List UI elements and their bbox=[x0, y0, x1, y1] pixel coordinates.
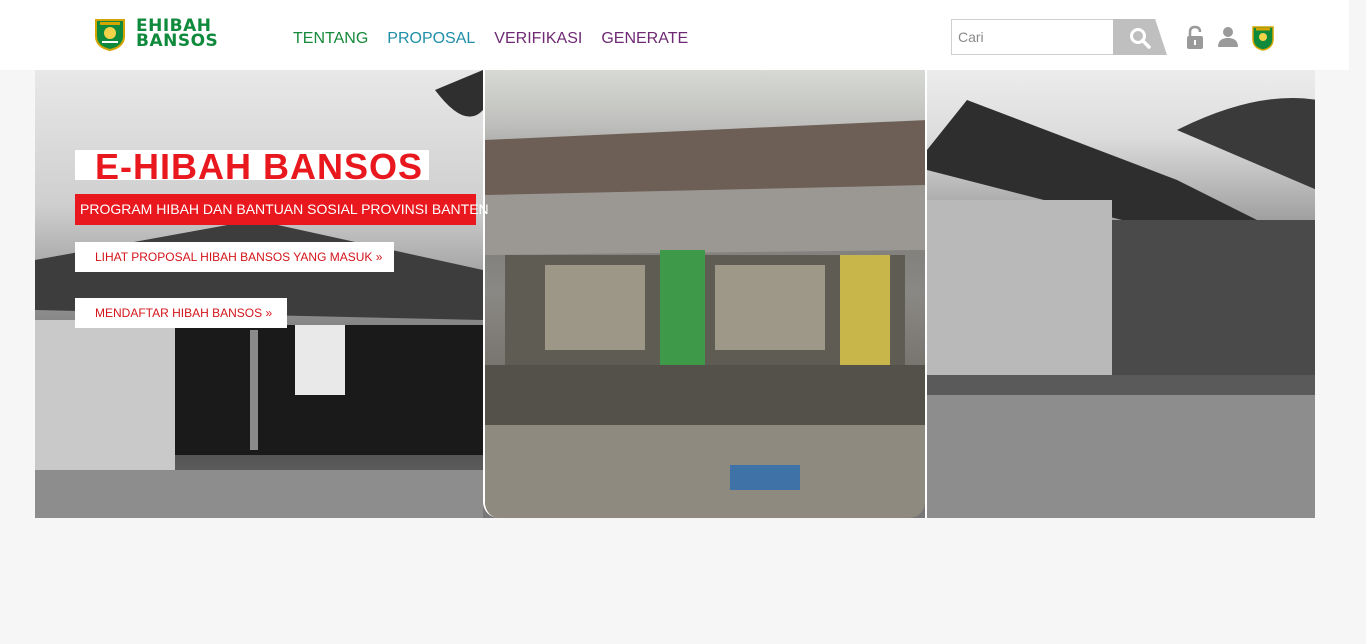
view-proposals-button[interactable]: LIHAT PROPOSAL HIBAH BANSOS YANG MASUK » bbox=[75, 242, 394, 272]
user-button[interactable] bbox=[1216, 24, 1240, 52]
hero-photo-1 bbox=[35, 70, 483, 518]
nav-proposal[interactable]: PROPOSAL bbox=[387, 30, 475, 48]
register-button[interactable]: MENDAFTAR HIBAH BANSOS » bbox=[75, 298, 287, 328]
hero-photo-3 bbox=[925, 70, 1315, 518]
hero-title-box: E-HIBAH BANSOS bbox=[75, 146, 429, 187]
nav-tentang[interactable]: TENTANG bbox=[293, 30, 368, 48]
banten-emblem-icon bbox=[95, 19, 125, 52]
site-header: EHIBAH BANSOS TENTANG PROPOSAL VERIFIKAS… bbox=[0, 0, 1349, 70]
lock-icon bbox=[1187, 25, 1203, 49]
search-input[interactable] bbox=[951, 19, 1121, 55]
province-link[interactable] bbox=[1251, 24, 1275, 52]
nav-verifikasi[interactable]: VERIFIKASI bbox=[494, 30, 582, 48]
login-button[interactable] bbox=[1183, 24, 1207, 52]
nav-generate[interactable]: GENERATE bbox=[601, 30, 688, 48]
user-icon bbox=[1218, 27, 1238, 47]
banten-emblem-icon bbox=[1252, 26, 1274, 51]
hero-subtitle: PROGRAM HIBAH DAN BANTUAN SOSIAL PROVINS… bbox=[75, 194, 489, 225]
search-icon bbox=[1130, 28, 1151, 49]
house-photo-1 bbox=[35, 70, 483, 518]
main-nav: TENTANG PROPOSAL VERIFIKASI GENERATE bbox=[293, 30, 707, 48]
house-photo-2 bbox=[485, 120, 925, 518]
logo-line-2: BANSOS bbox=[136, 31, 219, 51]
search-box bbox=[951, 19, 1167, 55]
hero-title: E-HIBAH BANSOS bbox=[95, 146, 424, 187]
hero-banner: E-HIBAH BANSOS PROGRAM HIBAH DAN BANTUAN… bbox=[35, 70, 1315, 518]
site-logo[interactable]: EHIBAH BANSOS bbox=[92, 15, 232, 53]
hero-photo-2 bbox=[483, 70, 925, 518]
search-button[interactable] bbox=[1113, 19, 1167, 55]
house-photo-3 bbox=[927, 98, 1315, 518]
